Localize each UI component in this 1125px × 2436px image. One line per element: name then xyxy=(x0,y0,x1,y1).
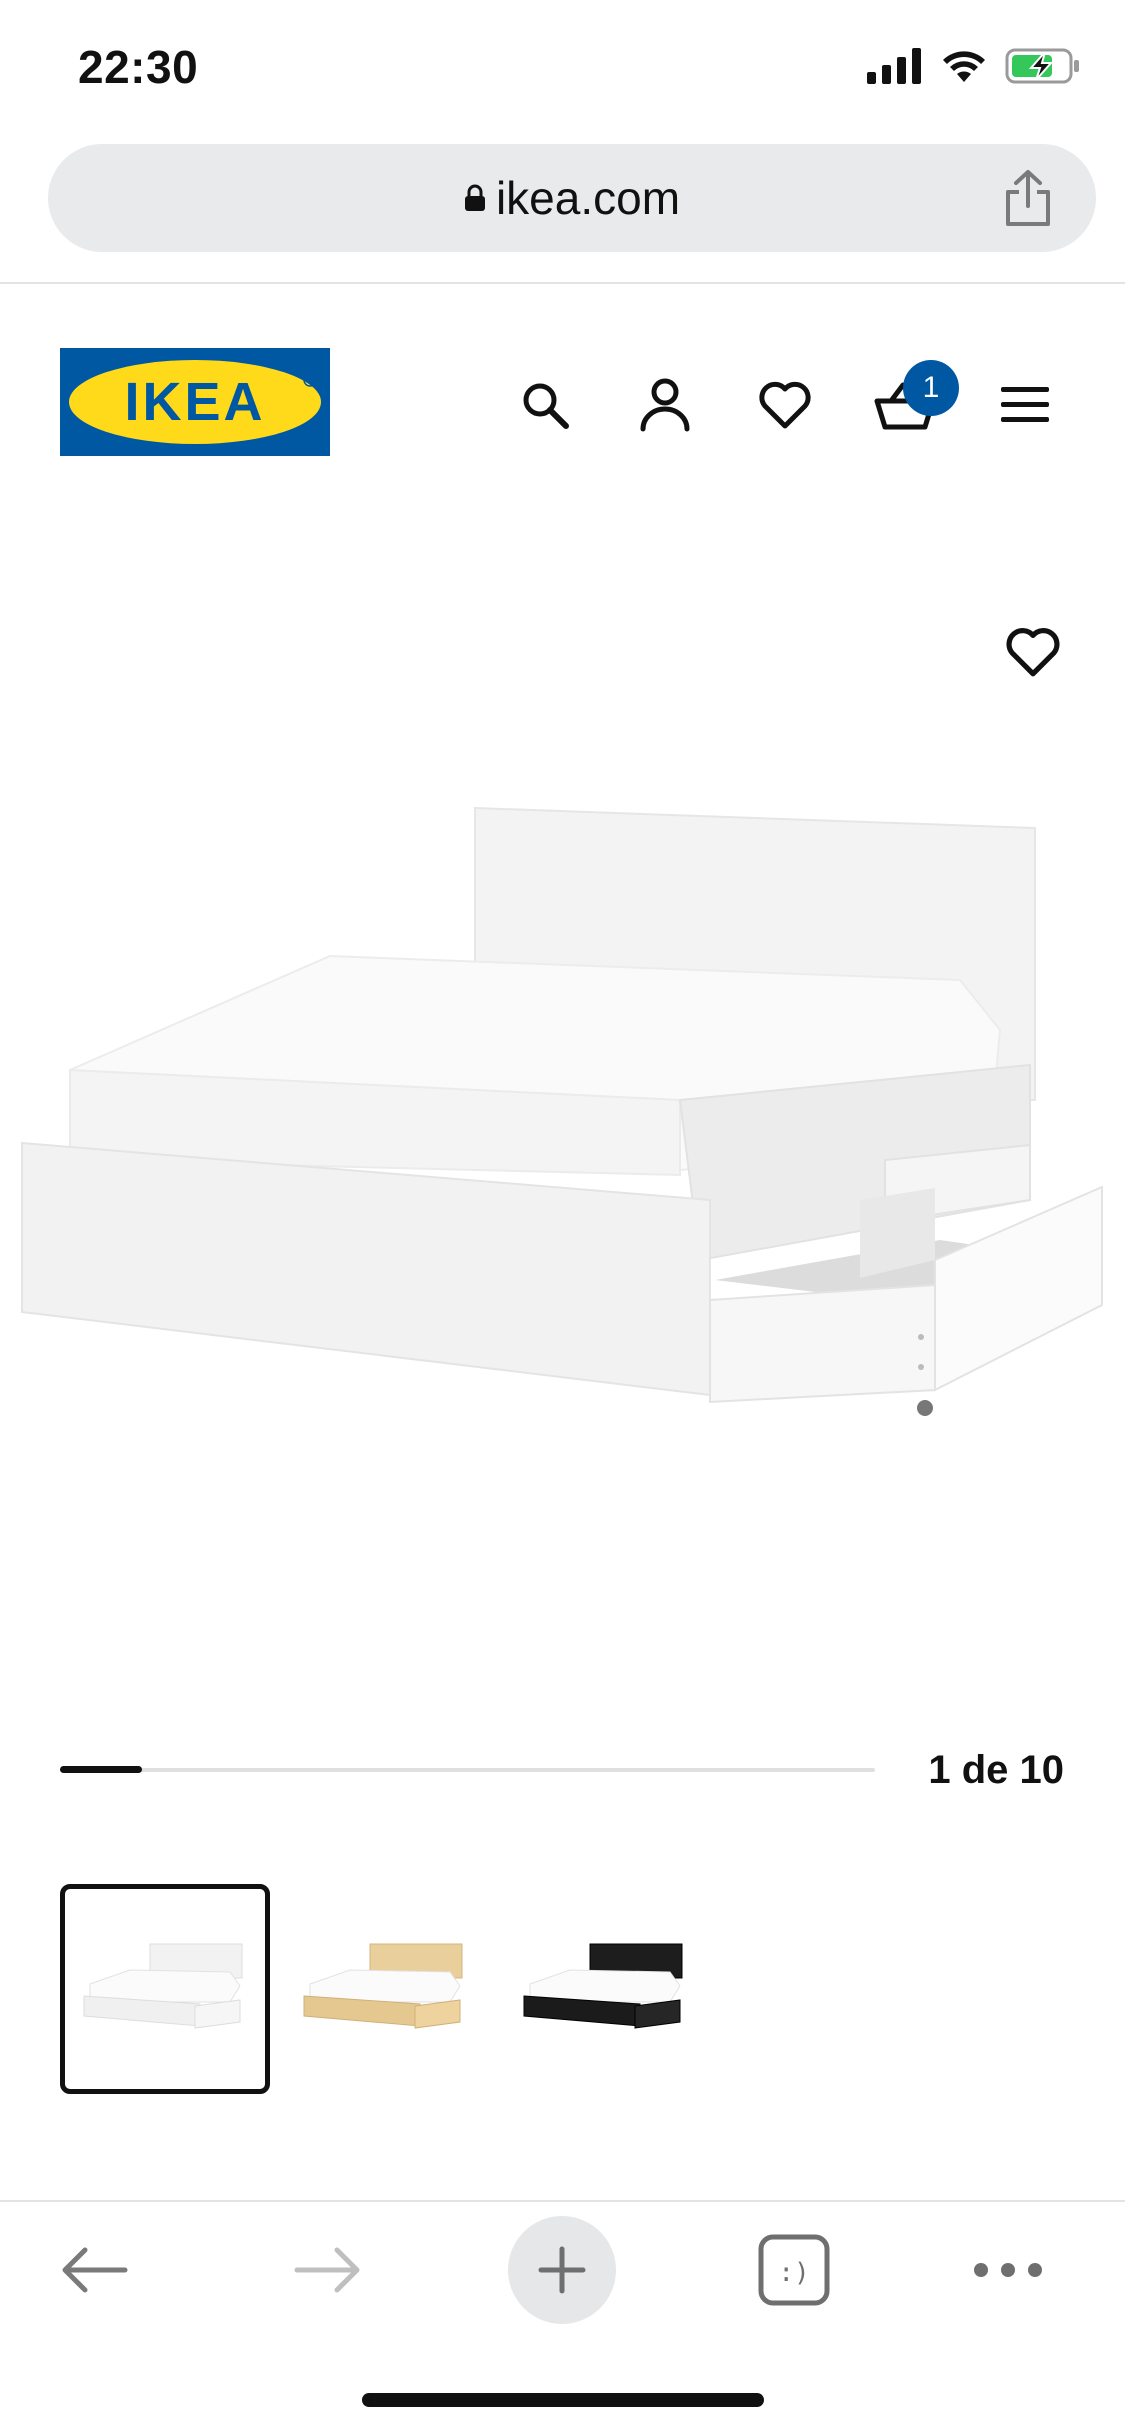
search-button[interactable] xyxy=(485,360,605,450)
ikea-logo[interactable]: IKEA xyxy=(60,348,330,456)
hamburger-menu-icon xyxy=(1001,387,1049,422)
wifi-icon xyxy=(943,51,985,82)
battery-charging-icon xyxy=(1005,48,1079,84)
header-nav: 1 xyxy=(485,360,1085,450)
more-options-button[interactable] xyxy=(948,2210,1068,2330)
site-header: IKEA 1 xyxy=(0,330,1125,480)
account-button[interactable] xyxy=(605,360,725,450)
user-icon xyxy=(640,378,690,432)
bed-thumbnail-black xyxy=(523,1943,683,2029)
cart-count-badge: 1 xyxy=(903,360,959,416)
menu-button[interactable] xyxy=(965,360,1085,450)
bottom-toolbar-divider xyxy=(0,2200,1125,2202)
arrow-left-icon xyxy=(62,2247,128,2293)
image-counter: 1 de 10 xyxy=(928,1748,1064,1792)
search-icon xyxy=(523,383,569,429)
thumbnail-white[interactable] xyxy=(60,1884,270,2094)
cart-button[interactable]: 1 xyxy=(845,360,965,450)
tab-switcher-icon: :) xyxy=(758,2234,830,2306)
wishlist-button[interactable] xyxy=(725,360,845,450)
url-display[interactable]: ikea.com xyxy=(48,144,1096,252)
more-dots-icon xyxy=(974,2263,1042,2277)
toolbar-divider xyxy=(0,282,1125,284)
tabs-label: :) xyxy=(778,2258,809,2288)
status-icons xyxy=(867,48,1081,84)
browser-toolbar: :) xyxy=(0,2210,1125,2330)
new-tab-button[interactable] xyxy=(502,2210,622,2330)
lock-icon xyxy=(464,184,485,211)
bed-illustration xyxy=(21,806,1103,1416)
thumbnail-strip xyxy=(60,1884,710,2094)
plus-icon xyxy=(538,2246,586,2294)
share-button[interactable] xyxy=(998,166,1058,230)
address-bar[interactable]: ikea.com xyxy=(48,144,1096,252)
share-icon xyxy=(1006,170,1050,226)
forward-button[interactable] xyxy=(268,2210,388,2330)
tabs-button[interactable]: :) xyxy=(734,2210,854,2330)
add-to-favorites-button[interactable] xyxy=(993,612,1073,692)
heart-icon xyxy=(1006,628,1060,677)
progress-track xyxy=(60,1768,875,1772)
status-time: 22:30 xyxy=(78,41,199,93)
back-button[interactable] xyxy=(34,2210,154,2330)
svg-text:IKEA: IKEA xyxy=(124,372,265,432)
product-main-image[interactable] xyxy=(0,560,1125,1460)
status-bar: 22:30 xyxy=(0,0,1125,140)
new-tab-circle xyxy=(508,2216,616,2324)
bed-thumbnail-white xyxy=(83,1943,243,2029)
image-carousel-progress: 1 de 10 xyxy=(60,1740,1070,1800)
heart-icon xyxy=(759,381,811,429)
thumbnail-oak[interactable] xyxy=(280,1884,490,2094)
progress-fill xyxy=(60,1766,142,1773)
thumbnail-black-brown[interactable] xyxy=(500,1884,710,2094)
cellular-signal-icon xyxy=(867,48,921,84)
url-text: ikea.com xyxy=(495,172,681,224)
arrow-right-icon xyxy=(294,2247,360,2293)
home-indicator xyxy=(362,2393,764,2407)
bed-thumbnail-oak xyxy=(303,1943,463,2029)
